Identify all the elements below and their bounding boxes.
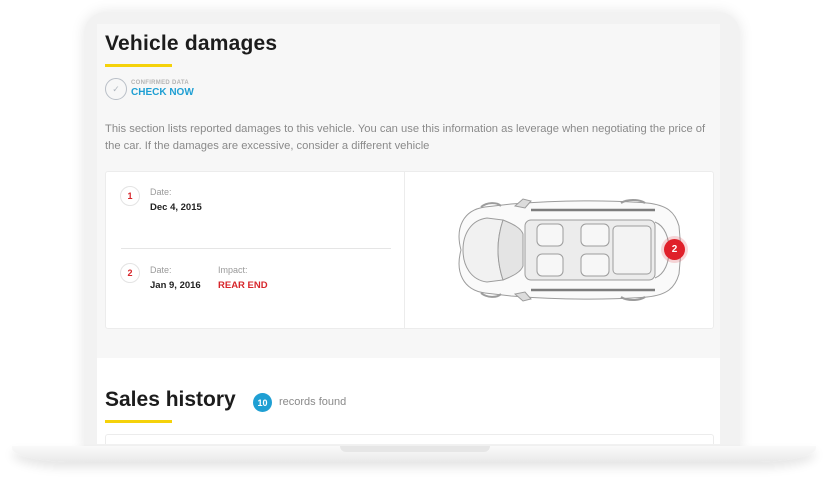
card-divider: [404, 172, 405, 328]
damage-marker[interactable]: 2: [664, 239, 685, 260]
date-label: Date:: [150, 187, 172, 197]
record-number: 2: [120, 263, 140, 283]
sales-title-underline: [105, 420, 172, 423]
laptop-notch: [340, 446, 490, 452]
record-separator: [121, 248, 391, 249]
title-underline: [105, 64, 172, 67]
confirmed-data-label: CONFIRMED DATA: [131, 79, 189, 86]
records-count-badge: 10: [253, 393, 272, 412]
screen: Vehicle damages ✓ CONFIRMED DATA CHECK N…: [97, 24, 720, 444]
confirmed-data-badge[interactable]: ✓ CONFIRMED DATA CHECK NOW: [105, 78, 194, 100]
damage-date: Jan 9, 2016: [150, 280, 201, 291]
check-now-link[interactable]: CHECK NOW: [131, 87, 194, 99]
car-top-view-icon: [458, 198, 682, 302]
records-count-label: records found: [279, 396, 347, 408]
section-title: Vehicle damages: [105, 32, 278, 55]
impact-value: REAR END: [218, 280, 268, 291]
date-label: Date:: [150, 265, 172, 275]
sales-history-card: [105, 434, 714, 444]
record-number: 1: [120, 186, 140, 206]
damages-card: 1 Date: Dec 4, 2015 2 Date: Jan 9, 2016 …: [105, 171, 714, 329]
impact-label: Impact:: [218, 265, 248, 275]
damage-date: Dec 4, 2015: [150, 202, 202, 213]
section-description: This section lists reported damages to t…: [105, 123, 706, 152]
shield-check-icon: ✓: [105, 78, 127, 100]
sales-history-title: Sales history: [105, 388, 236, 411]
